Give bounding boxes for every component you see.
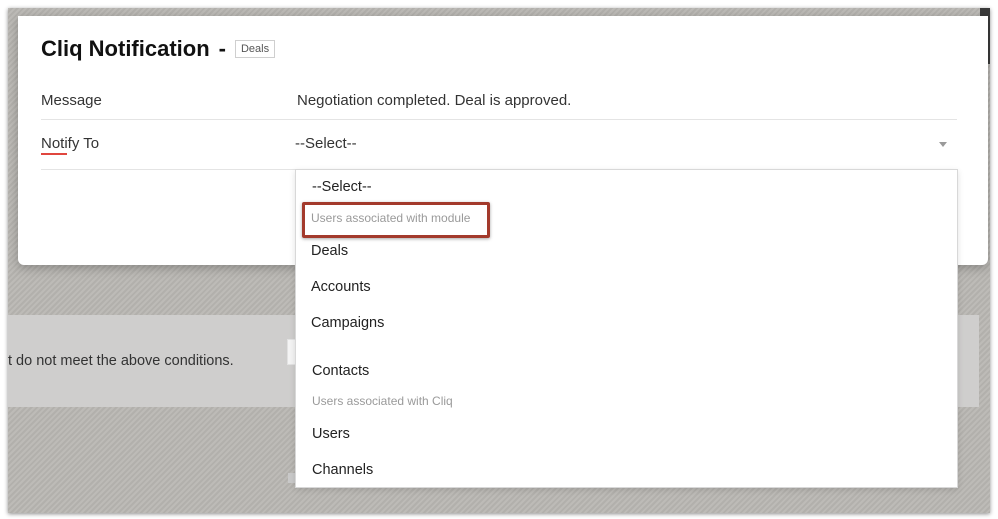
screenshot-frame: t do not meet the above conditions. Cliq… (8, 8, 990, 513)
notify-to-label: Notify To (41, 135, 100, 152)
dropdown-group-module: Users associated with module (311, 211, 471, 225)
notify-to-dropdown: --Select-- Users associated with module … (295, 169, 958, 488)
field-divider (41, 119, 957, 120)
notify-to-select[interactable]: --Select-- (295, 135, 357, 152)
module-badge: Deals (234, 40, 276, 58)
dropdown-option-campaigns[interactable]: Campaigns (311, 315, 384, 331)
modal-header: Cliq Notification - Deals (41, 36, 276, 62)
message-label: Message (41, 92, 102, 109)
dropdown-option-select[interactable]: --Select-- (312, 179, 372, 195)
message-value: Negotiation completed. Deal is approved. (297, 92, 572, 109)
dropdown-group-cliq: Users associated with Cliq (312, 394, 453, 408)
chevron-down-icon[interactable] (939, 142, 947, 147)
dropdown-option-channels[interactable]: Channels (312, 462, 373, 478)
dropdown-option-contacts[interactable]: Contacts (312, 363, 369, 379)
dropdown-option-deals[interactable]: Deals (311, 243, 348, 259)
modal-title: Cliq Notification (41, 36, 210, 61)
background-condition-text: t do not meet the above conditions. (8, 353, 234, 369)
title-separator: - (218, 36, 226, 61)
dropdown-option-accounts[interactable]: Accounts (311, 279, 371, 295)
required-underline (41, 153, 67, 155)
dropdown-option-users[interactable]: Users (312, 426, 350, 442)
